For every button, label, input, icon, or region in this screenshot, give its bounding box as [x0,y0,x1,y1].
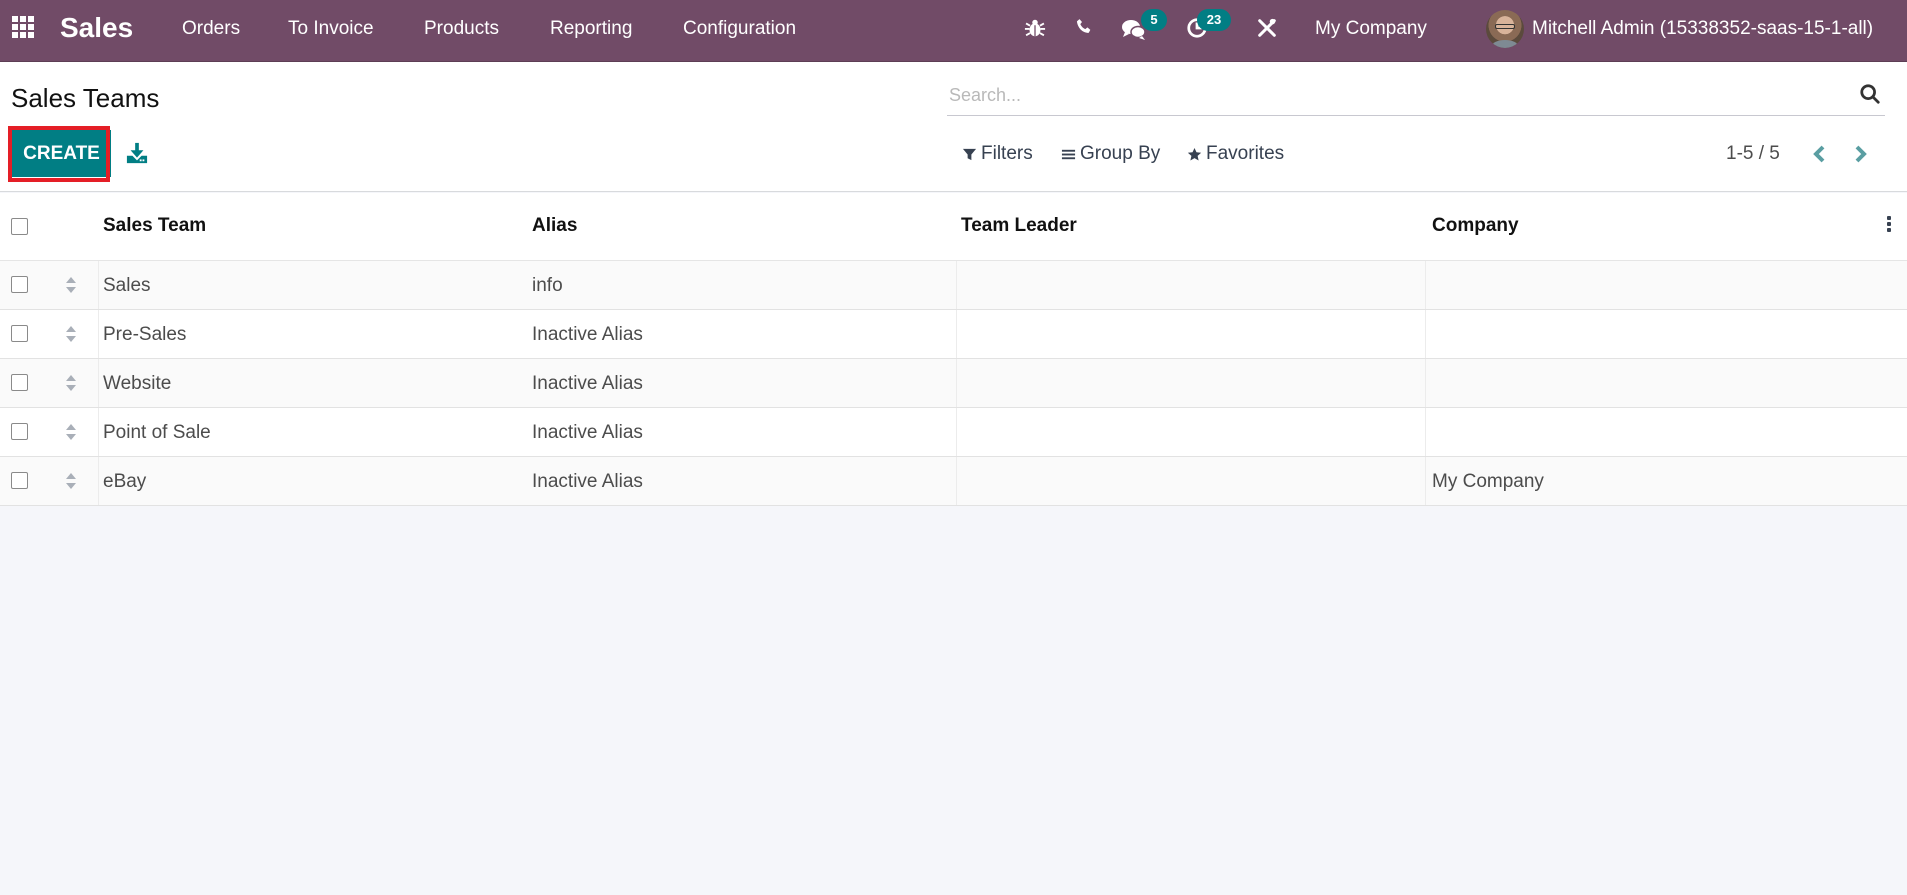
menu-to-invoice[interactable]: To Invoice [288,18,374,40]
cell-sales-team[interactable]: Sales [103,275,151,297]
favorites-label: Favorites [1206,143,1285,164]
menu-configuration[interactable]: Configuration [683,18,796,40]
list-icon [1061,149,1076,159]
pager-value[interactable]: 1-5 / 5 [1726,143,1780,165]
filters-label: Filters [981,143,1033,164]
app-name[interactable]: Sales [60,12,133,44]
top-navbar: Sales Orders To Invoice Products Reporti… [0,0,1907,62]
favorites-button[interactable]: Favorites [1187,143,1284,165]
user-avatar[interactable] [1486,10,1524,48]
download-icon[interactable] [126,142,148,164]
tools-icon[interactable] [1256,17,1278,39]
page-title: Sales Teams [11,83,160,113]
phone-icon[interactable] [1074,17,1094,37]
select-all-checkbox[interactable] [11,218,28,235]
group-by-button[interactable]: Group By [1061,143,1160,165]
star-icon [1187,147,1202,160]
messages-count-badge: 5 [1141,9,1167,31]
drag-handle-icon[interactable] [64,374,78,392]
cell-sales-team[interactable]: Pre-Sales [103,324,186,346]
column-header-company[interactable]: Company [1432,215,1519,237]
cell-alias[interactable]: Inactive Alias [532,324,643,346]
pager-next-icon[interactable] [1848,141,1872,167]
table-row[interactable]: Website Inactive Alias [0,359,1907,408]
filter-icon [962,148,977,160]
table-row[interactable]: Pre-Sales Inactive Alias [0,310,1907,359]
cell-sales-team[interactable]: Website [103,373,171,395]
row-checkbox[interactable] [11,423,28,440]
company-switcher[interactable]: My Company [1315,18,1427,40]
search-icon[interactable] [1859,83,1881,105]
row-checkbox[interactable] [11,472,28,489]
row-checkbox[interactable] [11,276,28,293]
row-checkbox[interactable] [11,325,28,342]
pager-previous-icon[interactable] [1808,141,1832,167]
column-header-sales-team[interactable]: Sales Team [103,215,206,237]
column-header-alias[interactable]: Alias [532,215,577,237]
cell-alias[interactable]: Inactive Alias [532,422,643,444]
drag-handle-icon[interactable] [64,276,78,294]
bug-icon[interactable] [1024,17,1046,39]
group-by-label: Group By [1080,143,1161,164]
apps-grid-icon[interactable] [12,16,36,38]
search-bar [947,74,1885,116]
cell-alias[interactable]: Inactive Alias [532,471,643,493]
filters-button[interactable]: Filters [962,143,1033,165]
cell-alias[interactable]: info [532,275,563,297]
highlight-annotation-box [8,126,110,182]
table-row[interactable]: Sales info [0,261,1907,310]
table-row[interactable]: eBay Inactive Alias My Company [0,457,1907,506]
table-row[interactable]: Point of Sale Inactive Alias [0,408,1907,457]
cell-sales-team[interactable]: eBay [103,471,146,493]
drag-handle-icon[interactable] [64,325,78,343]
sales-teams-list: Sales Team Alias Team Leader Company Sal… [0,193,1907,506]
table-header: Sales Team Alias Team Leader Company [0,193,1907,261]
cell-alias[interactable]: Inactive Alias [532,373,643,395]
row-checkbox[interactable] [11,374,28,391]
search-input[interactable] [949,80,1829,110]
optional-columns-kebab-icon[interactable] [1884,215,1894,237]
activities-count-badge: 23 [1197,9,1231,31]
table-body: Sales info Pre-Sales Inactive Alias Website I… [0,261,1907,506]
cell-sales-team[interactable]: Point of Sale [103,422,211,444]
menu-orders[interactable]: Orders [182,18,240,40]
control-panel: Sales Teams CREATE Filters Group By Favo… [0,62,1907,192]
drag-handle-icon[interactable] [64,472,78,490]
user-menu[interactable]: Mitchell Admin (15338352-saas-15-1-all) [1532,18,1873,40]
cell-company[interactable]: My Company [1432,471,1544,493]
column-header-team-leader[interactable]: Team Leader [961,215,1077,237]
menu-reporting[interactable]: Reporting [550,18,632,40]
drag-handle-icon[interactable] [64,423,78,441]
menu-products[interactable]: Products [424,18,499,40]
